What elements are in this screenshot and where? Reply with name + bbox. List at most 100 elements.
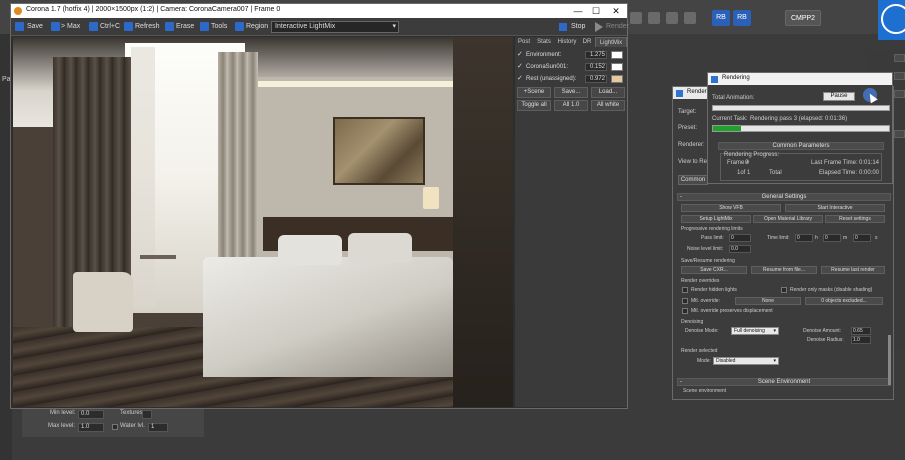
total-animation-progress-bar	[712, 105, 890, 111]
render-setup-scrollbar[interactable]	[888, 335, 891, 385]
light-intensity-input[interactable]: 1.275	[585, 51, 607, 59]
reset-settings-button[interactable]: Reset settings	[825, 215, 885, 223]
noise-limit-input[interactable]: 0.0	[729, 245, 751, 253]
render-hidden-lights-checkbox[interactable]	[682, 287, 688, 293]
pause-button[interactable]: Pause	[823, 92, 855, 101]
time-minutes-input[interactable]: 0	[823, 234, 841, 242]
current-task-value: Rendering pass 3 (elapsed: 0:01:36)	[750, 116, 848, 122]
to-max-button[interactable]: > Max	[61, 21, 80, 33]
command-panel-tab-icon[interactable]	[894, 54, 905, 62]
minimize-button[interactable]: —	[571, 5, 585, 17]
tab-history[interactable]: History	[555, 37, 579, 47]
toolbar-icon[interactable]	[630, 12, 642, 24]
mtl-override-checkbox[interactable]	[682, 298, 688, 304]
progressive-limits-label: Progressive rendering limits	[681, 226, 743, 232]
save-cxr-button[interactable]: Save CXR...	[681, 266, 747, 274]
light-color-swatch[interactable]	[611, 51, 623, 59]
render-hidden-lights-label: Render hidden lights	[691, 287, 737, 293]
water-level-label: Water lvl.	[120, 423, 145, 429]
max-level-input[interactable]: 1.0	[78, 423, 104, 432]
command-panel-tab-icon[interactable]	[894, 72, 905, 80]
tab-post[interactable]: Post	[515, 37, 533, 47]
toolbar-icon[interactable]	[648, 12, 660, 24]
time-seconds-input[interactable]: 0	[853, 234, 871, 242]
elapsed-time-label: Elapsed Time:	[819, 170, 858, 176]
command-panel-tab-icon[interactable]	[894, 130, 905, 138]
toolbar-icon[interactable]	[684, 12, 696, 24]
stop-button[interactable]: Stop	[571, 21, 585, 33]
scene-environment-header[interactable]: - Scene Environment	[677, 378, 891, 386]
light-intensity-input[interactable]: 0.152	[585, 63, 607, 71]
water-checkbox[interactable]	[112, 424, 118, 430]
tab-dr[interactable]: DR	[580, 37, 594, 47]
render-viewport[interactable]	[13, 37, 513, 407]
render-only-masks-checkbox[interactable]	[781, 287, 787, 293]
current-task-progress-fill	[713, 126, 742, 131]
rb-button-1[interactable]: RB	[712, 10, 730, 26]
region-button[interactable]: Region	[246, 21, 268, 33]
start-interactive-button[interactable]: Start Interactive	[785, 204, 885, 212]
setup-lightmix-button[interactable]: Setup LightMix	[681, 215, 751, 223]
mtl-displacement-checkbox[interactable]	[682, 308, 688, 314]
all-white-button[interactable]: All white	[591, 100, 625, 111]
ctrl-c-button[interactable]: Ctrl+C	[100, 21, 120, 33]
vfb-titlebar[interactable]: Corona 1.7 (hotfix 4) | 2000×1500px (1:2…	[11, 4, 627, 18]
common-parameters-header[interactable]: Common Parameters	[718, 142, 884, 150]
rendering-progress-label: Rendering Progress:	[724, 152, 780, 158]
erase-button[interactable]: Erase	[176, 21, 194, 33]
vfb-mode-dropdown[interactable]: Interactive LightMix ▾	[271, 21, 399, 33]
resume-last-render-button[interactable]: Resume last render	[821, 266, 885, 274]
water-level-input[interactable]: 1	[148, 423, 168, 432]
resume-from-file-button[interactable]: Resume from file...	[751, 266, 817, 274]
corona-vfb-window: Corona 1.7 (hotfix 4) | 2000×1500px (1:2…	[10, 3, 629, 409]
cmpp-button[interactable]: CMPP2	[785, 10, 821, 26]
current-task-progress-bar	[712, 125, 890, 132]
textures-button[interactable]	[142, 410, 152, 419]
toggle-all-button[interactable]: Toggle all	[517, 100, 551, 111]
logo-ring-icon	[881, 4, 905, 34]
lightmix-save-button[interactable]: Save...	[554, 87, 588, 98]
light-color-swatch[interactable]	[611, 63, 623, 71]
mtl-displacement-label: Mtl. override preserves displacement	[691, 308, 773, 314]
denoise-mode-select[interactable]: Full denoising ▾	[731, 327, 779, 335]
mtl-override-slot[interactable]: None	[735, 297, 801, 305]
objects-excluded-button[interactable]: 0 objects excluded...	[805, 297, 883, 305]
tab-common[interactable]: Common	[678, 175, 708, 185]
tab-lightmix[interactable]: LightMix	[595, 37, 627, 47]
command-panel-tab-icon[interactable]	[894, 90, 905, 98]
target-label: Target:	[678, 109, 697, 115]
all-one-button[interactable]: All 1.0	[554, 100, 588, 111]
pillow	[348, 233, 412, 263]
render-selected-mode-select[interactable]: Disabled ▾	[713, 357, 779, 365]
denoise-amount-input[interactable]: 0.65	[851, 327, 871, 335]
time-hours-input[interactable]: 0	[795, 234, 813, 242]
noise-limit-label: Noise level limit:	[687, 246, 724, 252]
open-material-library-button[interactable]: Open Material Library	[753, 215, 823, 223]
min-level-input[interactable]: 0.0	[78, 410, 104, 419]
rendering-progress-titlebar[interactable]: Rendering	[708, 73, 892, 85]
rb-button-2[interactable]: RB	[733, 10, 751, 26]
tab-stats[interactable]: Stats	[534, 37, 554, 47]
toolbar-icon[interactable]	[666, 12, 678, 24]
lightmix-load-button[interactable]: Load...	[591, 87, 625, 98]
general-settings-header[interactable]: - General Settings	[677, 193, 891, 201]
save-button[interactable]: Save	[27, 21, 43, 33]
refresh-button[interactable]: Refresh	[135, 21, 160, 33]
checkbox-sun[interactable]: ✓	[517, 62, 523, 72]
light-color-swatch[interactable]	[611, 75, 623, 83]
render-selected-label: Render selected	[681, 348, 718, 354]
seconds-unit: s	[875, 235, 878, 241]
light-intensity-input[interactable]: 0.972	[585, 75, 607, 83]
denoise-radius-input[interactable]: 1.0	[851, 336, 871, 344]
show-vfb-button[interactable]: Show VFB	[681, 204, 781, 212]
checkbox-environment[interactable]: ✓	[517, 50, 523, 60]
render-button[interactable]: Render	[606, 21, 629, 33]
maximize-button[interactable]: ☐	[589, 5, 603, 17]
add-scene-button[interactable]: +Scene	[517, 87, 551, 98]
pass-limit-input[interactable]: 0	[729, 234, 751, 242]
checkbox-rest[interactable]: ✓	[517, 74, 523, 84]
tools-button[interactable]: Tools	[211, 21, 227, 33]
denoise-radius-label: Denoise Radius:	[807, 337, 844, 343]
close-button[interactable]: ✕	[609, 5, 623, 17]
bedside-lamp	[423, 187, 439, 209]
